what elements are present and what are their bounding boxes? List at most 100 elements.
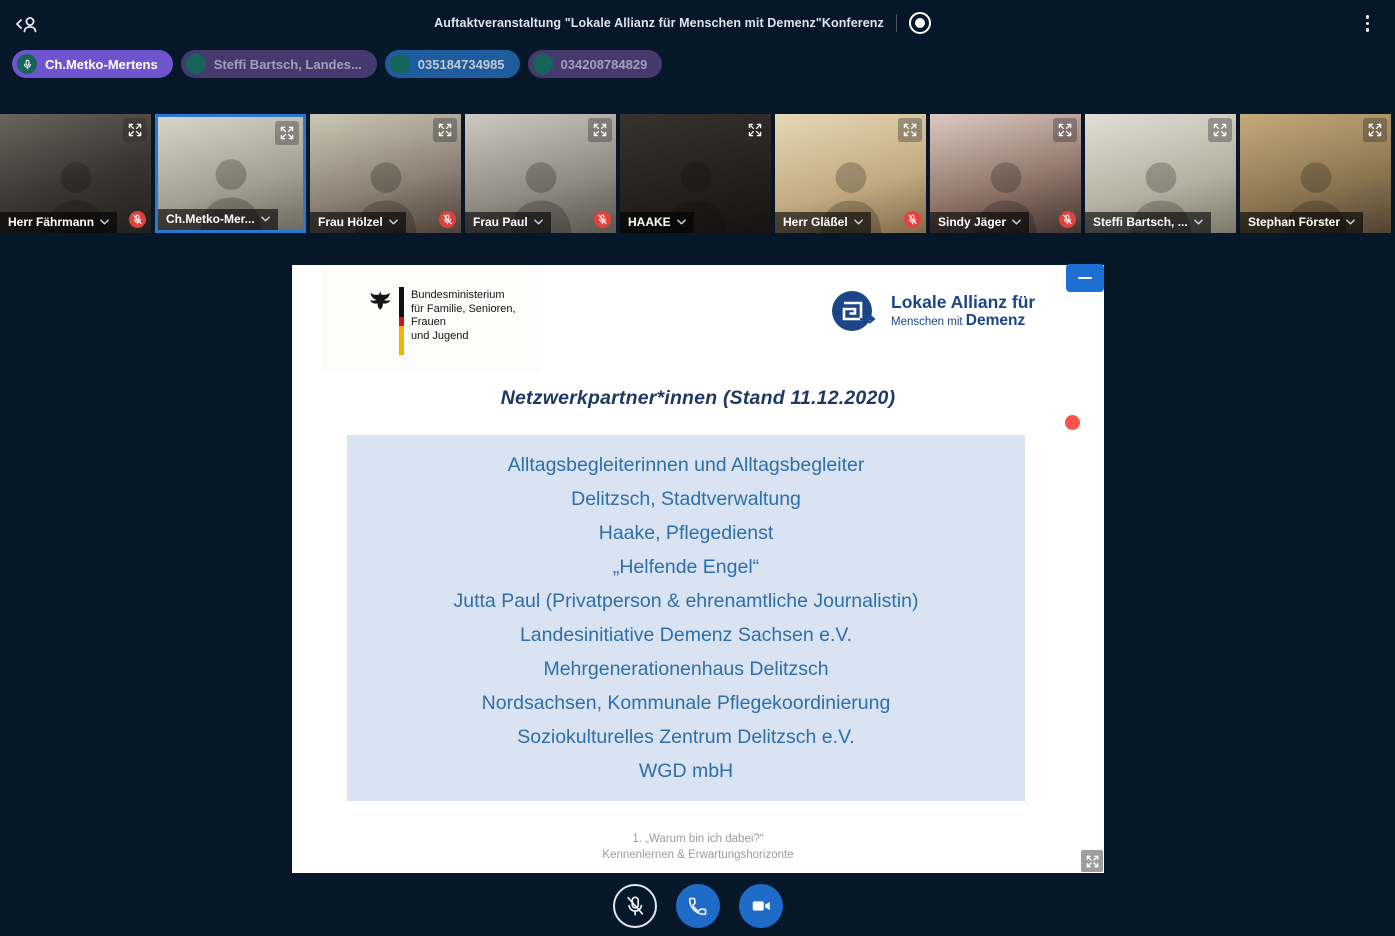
- talker-chip[interactable]: Steffi Bartsch, Landes...: [181, 50, 377, 78]
- participant-name: Frau Hölzel: [318, 215, 383, 229]
- chevron-down-icon: [100, 219, 109, 225]
- microphone-slash-icon: [624, 895, 646, 917]
- chevron-down-icon: [854, 219, 863, 225]
- participant-name: Ch.Metko-Mer...: [166, 212, 255, 226]
- tile-fullscreen-button[interactable]: [1363, 118, 1387, 142]
- unmute-microphone-button[interactable]: [613, 884, 657, 928]
- partner-line: Mehrgenerationenhaus Delitzsch: [347, 652, 1025, 686]
- minus-icon: [1078, 277, 1092, 280]
- microphone-icon: [22, 59, 33, 70]
- options-menu-button[interactable]: [1362, 13, 1374, 34]
- microphone-slash-icon: [442, 214, 453, 225]
- slide-title: Netzwerkpartner*innen (Stand 11.12.2020): [292, 387, 1104, 410]
- tile-fullscreen-button[interactable]: [433, 118, 457, 142]
- webcam-tile: Frau Hölzel: [310, 114, 461, 233]
- allianz-maze-icon: [830, 287, 882, 335]
- webcam-tile: Stephan Förster: [1240, 114, 1391, 233]
- tile-fullscreen-button[interactable]: [898, 118, 922, 142]
- webcam-button[interactable]: [739, 884, 783, 928]
- talker-chip[interactable]: 035184734985: [385, 50, 520, 78]
- participant-name-dropdown[interactable]: Stephan Förster: [1240, 212, 1363, 233]
- participant-name-dropdown[interactable]: Frau Paul: [465, 212, 551, 233]
- tile-fullscreen-button[interactable]: [1053, 118, 1077, 142]
- talker-avatar-icon: [186, 54, 206, 74]
- minimize-presentation-button[interactable]: [1066, 264, 1104, 292]
- participant-name-dropdown[interactable]: Herr Gläßel: [775, 212, 871, 233]
- participant-name: Herr Gläßel: [783, 215, 848, 229]
- phone-handset-icon: [687, 896, 708, 917]
- participant-name-dropdown[interactable]: HAAKE: [620, 212, 694, 233]
- webcam-tile: HAAKE: [620, 114, 771, 233]
- talker-name: Ch.Metko-Mertens: [45, 57, 158, 72]
- muted-mic-badge: [129, 211, 146, 228]
- muted-mic-badge: [1059, 211, 1076, 228]
- allianz-wordmark: Lokale Allianz für Menschen mit Demenz: [891, 293, 1035, 330]
- partner-line: Nordsachsen, Kommunale Pflegekoordinieru…: [347, 686, 1025, 720]
- participant-name-dropdown[interactable]: Frau Hölzel: [310, 212, 406, 233]
- video-camera-icon: [750, 895, 772, 917]
- muted-mic-badge: [594, 211, 611, 228]
- partner-line: WGD mbH: [347, 754, 1025, 788]
- expand-arrows-icon: [1085, 854, 1100, 869]
- chevron-down-icon: [261, 216, 270, 222]
- muted-mic-badge: [439, 211, 456, 228]
- chevron-down-icon: [1346, 219, 1355, 225]
- chevron-down-icon: [677, 219, 686, 225]
- ministry-name: Bundesministerium für Familie, Senioren,…: [411, 287, 540, 372]
- participant-name-dropdown[interactable]: Steffi Bartsch, ...: [1085, 212, 1211, 233]
- leave-audio-button[interactable]: [676, 884, 720, 928]
- kebab-dot: [1366, 15, 1370, 19]
- slide-canvas: Bundesministerium für Familie, Senioren,…: [292, 265, 1104, 873]
- expand-arrows-icon: [1212, 122, 1228, 138]
- bmfsfj-logo: Bundesministerium für Familie, Senioren,…: [322, 267, 540, 372]
- participant-name: HAAKE: [628, 215, 671, 229]
- talker-indicator-row: Ch.Metko-Mertens Steffi Bartsch, Landes.…: [12, 50, 662, 78]
- muted-mic-badge: [904, 211, 921, 228]
- talker-avatar-icon: [17, 54, 37, 74]
- chevron-down-icon: [534, 219, 543, 225]
- microphone-slash-icon: [132, 214, 143, 225]
- talker-name: 035184734985: [418, 57, 505, 72]
- talker-chip[interactable]: Ch.Metko-Mertens: [12, 50, 173, 78]
- expand-arrows-icon: [127, 122, 143, 138]
- tile-fullscreen-button[interactable]: [743, 118, 767, 142]
- participant-name-dropdown[interactable]: Sindy Jäger: [930, 212, 1029, 233]
- partner-line: Alltagsbegleiterinnen und Alltagsbegleit…: [347, 448, 1025, 482]
- kebab-dot: [1366, 22, 1370, 26]
- participant-name: Sindy Jäger: [938, 215, 1006, 229]
- tile-fullscreen-button[interactable]: [123, 118, 147, 142]
- webcam-tile: Ch.Metko-Mer...: [155, 114, 306, 233]
- recording-indicator-button[interactable]: [909, 12, 931, 34]
- partner-line: Landesinitiative Demenz Sachsen e.V.: [347, 618, 1025, 652]
- chevron-down-icon: [1194, 219, 1203, 225]
- tile-fullscreen-button[interactable]: [588, 118, 612, 142]
- expand-arrows-icon: [1367, 122, 1383, 138]
- tile-fullscreen-button[interactable]: [275, 121, 299, 145]
- talker-avatar-icon: [390, 54, 410, 74]
- presenter-pointer-dot: [1065, 415, 1080, 430]
- webcam-strip: Herr Fährmann: [0, 114, 1395, 234]
- microphone-slash-icon: [907, 214, 918, 225]
- chevron-down-icon: [389, 219, 398, 225]
- record-dot-icon: [915, 18, 925, 28]
- partner-line: Soziokulturelles Zentrum Delitzsch e.V.: [347, 720, 1025, 754]
- partner-line: Delitzsch, Stadtverwaltung: [347, 482, 1025, 516]
- participant-name-dropdown[interactable]: Herr Fährmann: [0, 212, 117, 233]
- tile-fullscreen-button[interactable]: [1208, 118, 1232, 142]
- expand-arrows-icon: [592, 122, 608, 138]
- action-bar: [613, 884, 783, 928]
- presentation-fullscreen-button[interactable]: [1081, 850, 1103, 872]
- german-flag-stripe: [399, 287, 404, 355]
- participant-name-dropdown[interactable]: Ch.Metko-Mer...: [158, 209, 278, 230]
- expand-arrows-icon: [747, 122, 763, 138]
- microphone-slash-icon: [597, 214, 608, 225]
- top-bar: Auftaktveranstaltung "Lokale Allianz für…: [0, 0, 1395, 46]
- participant-name: Stephan Förster: [1248, 215, 1340, 229]
- talker-name: Steffi Bartsch, Landes...: [214, 57, 362, 72]
- lokale-allianz-logo: Lokale Allianz für Menschen mit Demenz: [830, 285, 1035, 337]
- webcam-tile: Herr Fährmann: [0, 114, 151, 233]
- slide-footer: 1. „Warum bin ich dabei?“ Kennenlernen &…: [292, 831, 1104, 863]
- talker-chip[interactable]: 034208784829: [528, 50, 663, 78]
- talker-name: 034208784829: [561, 57, 648, 72]
- webcam-tile: Steffi Bartsch, ...: [1085, 114, 1236, 233]
